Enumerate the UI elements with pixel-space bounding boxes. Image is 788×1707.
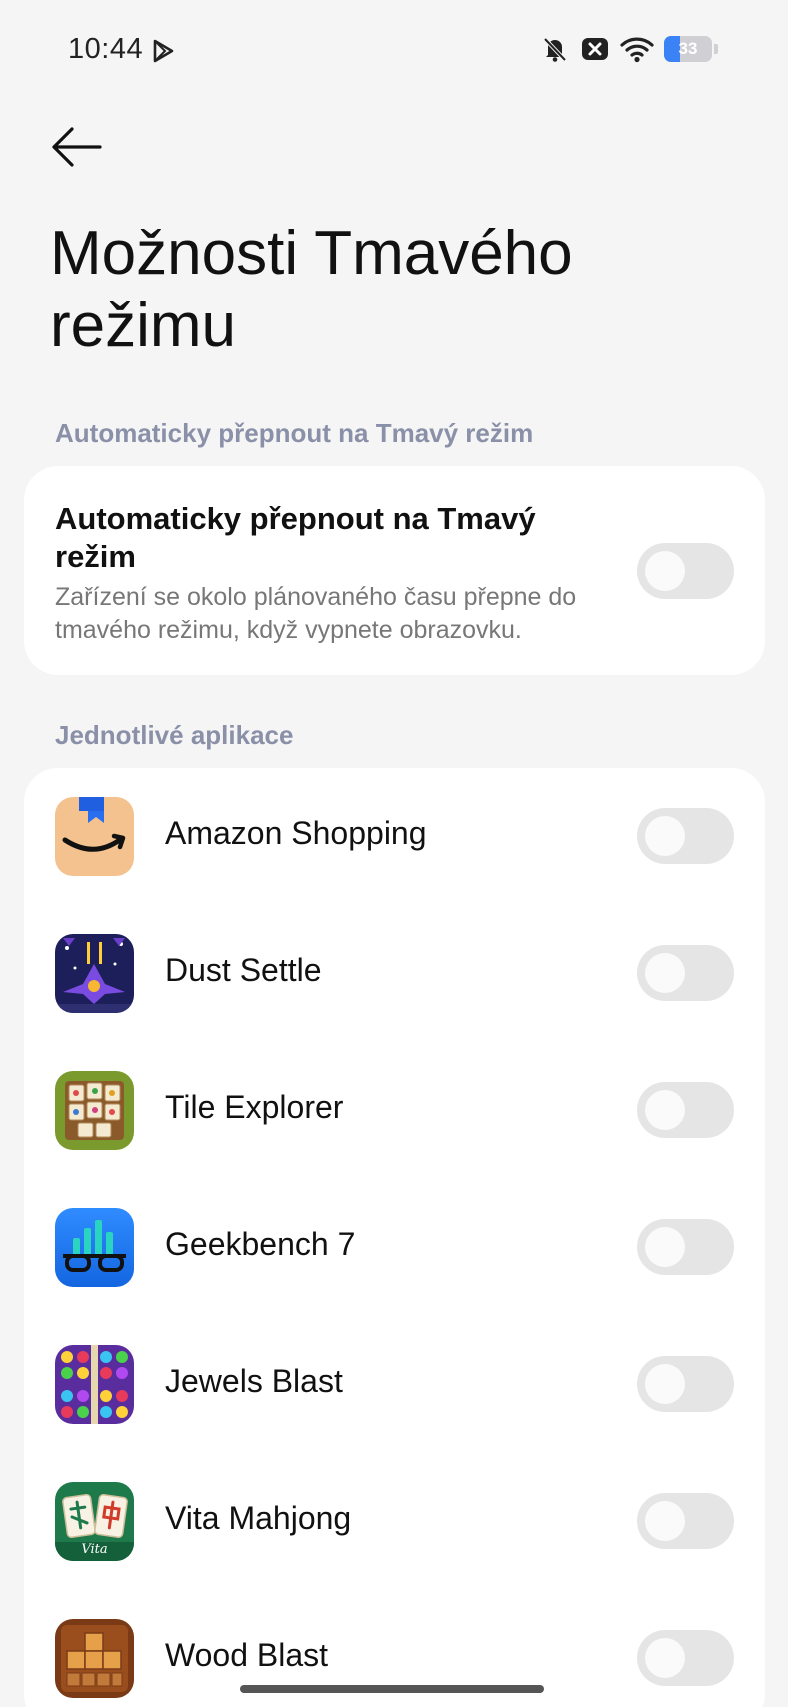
app-name: Wood Blast [165,1637,329,1673]
app-toggle-vita-mahjong[interactable] [637,1493,734,1549]
tile-explorer-icon [55,1071,134,1150]
close-box-icon [582,38,608,60]
app-name: Amazon Shopping [165,815,427,851]
app-name: Tile Explorer [165,1089,344,1125]
app-name: Vita Mahjong [165,1500,352,1536]
toggle-knob [645,1364,685,1404]
toggle-knob [645,1227,685,1267]
app-row-geekbench-7[interactable]: Geekbench 7 [24,1179,765,1316]
battery-level: 33 [678,39,698,58]
app-name: Dust Settle [165,952,322,988]
wood-blast-icon [55,1619,134,1698]
dust-settle-icon [55,934,134,1013]
app-toggle-amazon-shopping[interactable] [637,808,734,864]
battery-icon: 33 [664,36,712,62]
status-time: 10:44 [68,33,144,65]
bell-off-icon [543,37,567,62]
toggle-knob [645,1638,685,1678]
app-toggle-jewels-blast[interactable] [637,1356,734,1412]
toggle-knob [645,1090,685,1130]
app-name: Geekbench 7 [165,1226,356,1262]
app-row-jewels-blast[interactable]: Jewels Blast [24,1316,765,1453]
back-button[interactable] [50,124,106,170]
app-row-dust-settle[interactable]: Dust Settle [24,905,765,1042]
app-row-vita-mahjong[interactable]: Vita Vita Mahjong [24,1453,765,1590]
page-title: Možnosti Tmavého režimu [50,219,573,360]
toggle-knob [645,816,685,856]
auto-dark-mode-toggle[interactable] [637,543,734,599]
toggle-knob [645,1501,685,1541]
toggle-knob [645,953,685,993]
auto-dark-mode-description: Zařízení se okolo plánovaného času přepn… [55,583,577,644]
app-toggle-wood-blast[interactable] [637,1630,734,1686]
battery-tip [714,44,718,54]
vita-mahjong-icon: Vita [55,1482,134,1561]
auto-dark-mode-card: Automaticky přepnout na Tmavý režim Zaří… [24,466,765,675]
auto-dark-mode-title: Automaticky přepnout na Tmavý režim [55,501,536,574]
home-indicator[interactable] [240,1685,544,1693]
section-header-apps: Jednotlivé aplikace [55,720,294,750]
play-icon [153,39,174,63]
status-icons: 33 [540,33,718,65]
app-row-amazon-shopping[interactable]: Amazon Shopping [24,768,765,905]
toggle-knob [645,551,685,591]
jewels-blast-icon [55,1345,134,1424]
app-toggle-tile-explorer[interactable] [637,1082,734,1138]
app-row-tile-explorer[interactable]: Tile Explorer [24,1042,765,1179]
screen: 10:44 33 Možnosti Tmavého režimu Automat… [0,0,788,1707]
wifi-icon [620,37,654,63]
app-name: Jewels Blast [165,1363,343,1399]
vita-icon-caption: Vita [81,1542,108,1557]
apps-card: Amazon Shopping Dust Settle Tile Explore… [24,768,765,1707]
app-toggle-geekbench-7[interactable] [637,1219,734,1275]
app-toggle-dust-settle[interactable] [637,945,734,1001]
status-bar: 10:44 33 [0,0,788,100]
amazon-icon [55,797,134,876]
section-header-auto: Automaticky přepnout na Tmavý režim [55,418,534,448]
arrow-left-icon [52,127,102,167]
geekbench-icon [55,1208,134,1287]
